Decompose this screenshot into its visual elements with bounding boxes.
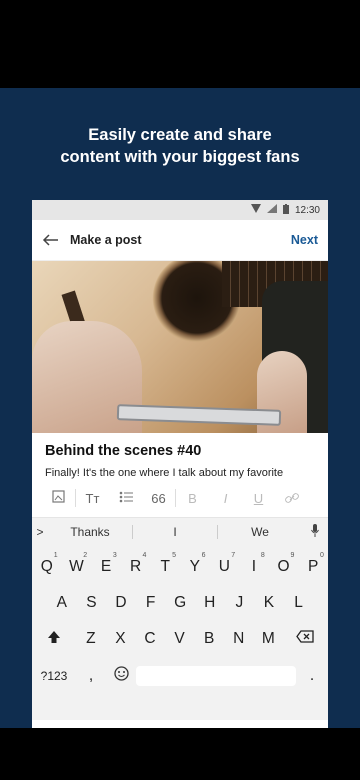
- key-r[interactable]: R4: [121, 552, 151, 576]
- suggestion-strip: > Thanks I We: [32, 517, 328, 546]
- top-black-bar: [0, 0, 360, 88]
- key-hint: 3: [112, 552, 117, 559]
- key-x[interactable]: X: [106, 630, 136, 649]
- promo-panel: Easily create and share content with you…: [0, 88, 360, 728]
- symbols-key[interactable]: ?123: [32, 669, 76, 683]
- keyboard-row-3: Z X C V B N M: [32, 630, 328, 649]
- key-e[interactable]: E3: [91, 552, 121, 576]
- key-y[interactable]: Y6: [180, 552, 210, 576]
- key-b[interactable]: B: [194, 630, 224, 649]
- keyboard-row-2: A S D F G H J K L: [32, 594, 328, 612]
- headline: Easily create and share content with you…: [0, 124, 360, 168]
- key-z[interactable]: Z: [76, 630, 106, 649]
- headline-line-1: Easily create and share: [88, 126, 272, 144]
- post-cover-image[interactable]: [32, 261, 328, 433]
- period-key[interactable]: .: [296, 667, 328, 685]
- app-bar: Make a post Next: [32, 220, 328, 261]
- key-label: T: [160, 558, 170, 575]
- text-style-button[interactable]: Tт: [76, 491, 109, 506]
- key-label: P: [307, 558, 319, 575]
- key-f[interactable]: F: [136, 594, 166, 612]
- key-label: E: [100, 558, 112, 575]
- key-l[interactable]: L: [284, 594, 314, 612]
- suggestion-2[interactable]: I: [133, 525, 217, 539]
- status-bar: 12:30: [32, 200, 328, 220]
- key-o[interactable]: O9: [269, 552, 299, 576]
- comma-key[interactable]: ,: [76, 667, 106, 685]
- key-label: Q: [40, 558, 53, 575]
- key-s[interactable]: S: [77, 594, 107, 612]
- link-icon[interactable]: [275, 491, 308, 506]
- key-h[interactable]: H: [195, 594, 225, 612]
- status-time: 12:30: [294, 204, 320, 216]
- key-g[interactable]: G: [165, 594, 195, 612]
- key-hint: 4: [142, 552, 147, 559]
- key-label: I: [251, 558, 257, 575]
- back-arrow-icon[interactable]: [42, 230, 70, 251]
- key-label: Y: [189, 558, 200, 575]
- page-title: Make a post: [70, 233, 142, 247]
- key-c[interactable]: C: [135, 630, 165, 649]
- bottom-black-bar: [0, 728, 360, 780]
- underline-button[interactable]: U: [242, 491, 275, 506]
- key-q[interactable]: Q1: [32, 552, 62, 576]
- key-hint: 1: [53, 552, 58, 559]
- italic-button[interactable]: I: [209, 491, 242, 506]
- suggestion-1[interactable]: Thanks: [48, 525, 132, 539]
- emoji-icon[interactable]: [106, 666, 136, 686]
- quote-button[interactable]: 66: [142, 491, 175, 506]
- backspace-icon[interactable]: [283, 630, 327, 649]
- key-hint: 0: [320, 552, 324, 559]
- phone-screen: 12:30 Make a post Next Behind the scenes…: [32, 200, 328, 728]
- bullet-list-icon[interactable]: [109, 491, 142, 506]
- key-hint: 5: [172, 552, 176, 559]
- key-a[interactable]: A: [47, 594, 77, 612]
- mic-icon[interactable]: [302, 524, 328, 540]
- key-j[interactable]: J: [225, 594, 255, 612]
- key-hint: 6: [201, 552, 206, 559]
- post-title-field[interactable]: Behind the scenes #40: [32, 433, 328, 463]
- bold-button[interactable]: B: [176, 491, 209, 506]
- expand-chevron-icon[interactable]: >: [32, 525, 48, 539]
- key-label: O: [277, 558, 290, 575]
- key-hint: 7: [231, 552, 236, 559]
- keyboard-row-1: Q1 W2 E3 R4 T5 Y6 U7 I8 O9 P0: [32, 552, 328, 576]
- key-n[interactable]: N: [224, 630, 254, 649]
- image-icon[interactable]: [42, 490, 75, 506]
- key-k[interactable]: K: [254, 594, 284, 612]
- key-label: R: [129, 558, 142, 575]
- key-t[interactable]: T5: [150, 552, 180, 576]
- signal-icon: [266, 204, 277, 216]
- suggestion-3[interactable]: We: [218, 525, 302, 539]
- keyboard: Q1 W2 E3 R4 T5 Y6 U7 I8 O9 P0 A S D F G …: [32, 546, 328, 720]
- battery-icon: [282, 203, 289, 217]
- key-m[interactable]: M: [254, 630, 284, 649]
- key-label: U: [218, 558, 230, 575]
- key-hint: 9: [290, 552, 295, 559]
- post-body-field[interactable]: Finally! It's the one where I talk about…: [32, 463, 328, 479]
- shift-icon[interactable]: [32, 630, 76, 649]
- key-label: W: [69, 558, 84, 575]
- key-i[interactable]: I8: [239, 552, 269, 576]
- key-hint: 2: [83, 552, 88, 559]
- space-bar[interactable]: [136, 666, 296, 686]
- key-p[interactable]: P0: [298, 552, 328, 576]
- next-button[interactable]: Next: [291, 233, 318, 247]
- key-u[interactable]: U7: [210, 552, 240, 576]
- key-w[interactable]: W2: [62, 552, 92, 576]
- key-v[interactable]: V: [165, 630, 195, 649]
- wifi-icon: [250, 204, 261, 216]
- headline-line-2: content with your biggest fans: [60, 148, 300, 166]
- key-hint: 8: [260, 552, 265, 559]
- keyboard-row-4: ?123 , .: [32, 666, 328, 686]
- key-d[interactable]: D: [106, 594, 136, 612]
- format-toolbar: Tт 66 B I U: [32, 479, 328, 517]
